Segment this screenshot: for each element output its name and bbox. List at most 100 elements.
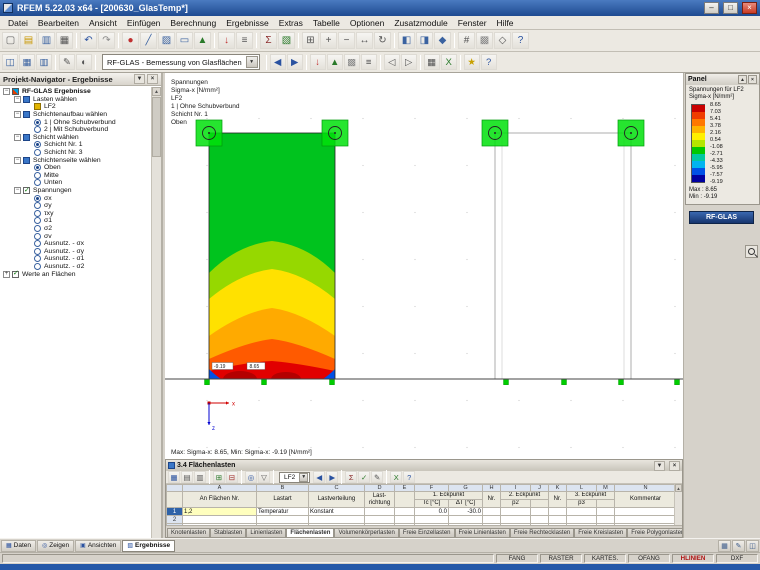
table-cell[interactable]: Temperatur (256, 507, 309, 516)
table-tab-freie-rechtecklasten[interactable]: Freie Rechtecklasten (509, 528, 575, 537)
table-cell[interactable] (308, 515, 365, 524)
pan-icon[interactable]: ↔ (356, 32, 373, 49)
tree-item-ausnutz-1[interactable]: Ausnutz. - σ1 (0, 255, 151, 263)
radio-off-icon[interactable] (34, 126, 41, 134)
menu-fenster[interactable]: Fenster (453, 17, 492, 29)
tree-item-v[interactable]: σv (0, 232, 151, 240)
tree-item-ausnutz-y[interactable]: Ausnutz. - σy (0, 247, 151, 255)
menu-ansicht[interactable]: Ansicht (84, 17, 122, 29)
panel-toggle-icon[interactable]: ▥ (36, 54, 52, 70)
redo-icon[interactable]: ↷ (98, 32, 115, 49)
status-toggle-kartes[interactable]: KARTES. (584, 554, 626, 563)
chevron-down-icon[interactable]: ▼ (299, 472, 309, 482)
collapse-icon[interactable]: − (14, 133, 21, 141)
module-dropdown[interactable]: RF-GLAS - Bemessung von Glasflächen ▼ (102, 54, 260, 70)
tree-item-y[interactable]: σy (0, 202, 151, 210)
collapse-icon[interactable]: − (14, 187, 21, 195)
radio-off-icon[interactable] (34, 171, 41, 179)
grid-icon[interactable]: ▩ (476, 32, 493, 49)
navigator-tab-ansichten[interactable]: ▣ Ansichten (75, 539, 122, 552)
result-next-icon[interactable]: ▷ (400, 54, 417, 70)
loadcase-dropdown[interactable]: LF2 ▼ (279, 471, 311, 483)
table-check-icon[interactable]: ✓ (358, 471, 371, 483)
radio-off-icon[interactable] (34, 247, 41, 255)
navigator-pin-button[interactable]: ▼ (134, 74, 145, 84)
status-toggle-hlinien[interactable]: HLINIEN (672, 554, 714, 563)
table-cell[interactable] (182, 515, 257, 524)
table-cell[interactable] (548, 507, 567, 516)
table-cell[interactable] (596, 507, 615, 516)
print-quick-button[interactable]: ▦ (718, 539, 731, 552)
support-icon[interactable] (481, 119, 509, 147)
table-tab-linienlasten[interactable]: Linienlasten (246, 528, 287, 537)
column-letter-m[interactable]: M (596, 484, 615, 492)
checkbox-checked-icon[interactable] (12, 269, 19, 278)
tree-item-schicht-nr-3[interactable]: Schicht Nr. 3 (0, 149, 151, 157)
table-tab-volumenkörperlasten[interactable]: Volumenkörperlasten (334, 528, 399, 537)
menu-tabelle[interactable]: Tabelle (308, 17, 345, 29)
scrollbar-thumb[interactable] (152, 97, 161, 157)
column-letter-n[interactable]: N (614, 484, 674, 492)
table-help-icon[interactable]: ? (403, 471, 416, 483)
help-icon[interactable]: ? (512, 32, 529, 49)
close-button[interactable]: × (742, 2, 757, 14)
radio-off-icon[interactable] (34, 209, 41, 217)
menu-zusatzmodule[interactable]: Zusatzmodule (389, 17, 452, 29)
radio-on-icon[interactable] (34, 164, 41, 172)
table-calculate-icon[interactable]: Σ (345, 471, 358, 483)
zoom-out-icon[interactable]: − (338, 32, 355, 49)
display-properties-icon[interactable]: ✎ (59, 54, 75, 70)
radio-on-icon[interactable] (34, 118, 41, 126)
table-tab-knotenlasten[interactable]: Knotenlasten (167, 528, 211, 537)
view-xz-icon[interactable]: ◨ (416, 32, 433, 49)
tree-item-2[interactable]: σ2 (0, 224, 151, 233)
load-combination-icon[interactable]: ≡ (236, 32, 253, 49)
table-list-icon[interactable]: ▦ (168, 471, 180, 483)
column-letter-j[interactable]: J (530, 484, 549, 492)
status-toggle-raster[interactable]: RASTER (540, 554, 582, 563)
tree-item-2-mit-schubverbund[interactable]: 2 | Mit Schubverbund (0, 126, 151, 134)
radio-off-icon[interactable] (34, 179, 41, 187)
table-cell[interactable] (364, 515, 395, 524)
radio-off-icon[interactable] (34, 240, 41, 248)
tree-item-xy[interactable]: τxy (0, 209, 151, 218)
calculate-icon[interactable]: Σ (260, 32, 277, 49)
support-icon[interactable] (195, 119, 223, 147)
layout-quick-button[interactable]: ◫ (746, 539, 759, 552)
table-cell[interactable]: 0.0 (414, 507, 449, 516)
collapse-icon[interactable]: − (14, 156, 21, 164)
table-cell[interactable] (414, 515, 449, 524)
magnifier-icon[interactable] (745, 245, 758, 258)
new-file-icon[interactable]: ▢ (2, 32, 19, 49)
tree-item-x[interactable]: σx (0, 194, 151, 202)
radio-on-icon[interactable] (34, 141, 41, 149)
module-favorites-icon[interactable]: ★ (463, 54, 480, 70)
table-edit-icon[interactable]: ✎ (371, 471, 384, 483)
checkbox-checked-icon[interactable] (23, 186, 30, 195)
new-node-icon[interactable]: ● (122, 32, 139, 49)
result-previous-icon[interactable]: ◁ (383, 54, 400, 70)
panel-collapse-button[interactable]: ▲ (738, 75, 747, 84)
radio-off-icon[interactable] (34, 262, 41, 270)
table-cell[interactable] (394, 515, 415, 524)
tree-item-unten[interactable]: Unten (0, 179, 151, 187)
tree-item-werte-an-flächen[interactable]: + Werte an Flächen (0, 269, 151, 278)
navigator-close-button[interactable]: × (147, 74, 158, 84)
tree-item-1[interactable]: σ1 (0, 217, 151, 225)
new-support-icon[interactable]: ▲ (194, 32, 211, 49)
table-cell[interactable] (614, 515, 674, 524)
table-cell[interactable] (394, 507, 415, 516)
export-excel-icon[interactable]: X (440, 54, 457, 70)
tree-item-spannungen[interactable]: − Spannungen (0, 186, 151, 195)
collapse-icon[interactable]: − (14, 95, 21, 103)
print-graphic-icon[interactable]: ▦ (423, 54, 440, 70)
render-mode-icon[interactable]: ◐ (76, 54, 92, 70)
edit-quick-button[interactable]: ✎ (732, 539, 745, 552)
support-icon[interactable] (617, 119, 645, 147)
column-letter-c[interactable]: C (308, 484, 365, 492)
table-cell[interactable] (530, 515, 549, 524)
maximize-button[interactable]: □ (723, 2, 738, 14)
copy-table-icon[interactable]: ▤ (181, 471, 193, 483)
support-icon[interactable] (321, 119, 349, 147)
table-cell[interactable] (566, 515, 597, 524)
